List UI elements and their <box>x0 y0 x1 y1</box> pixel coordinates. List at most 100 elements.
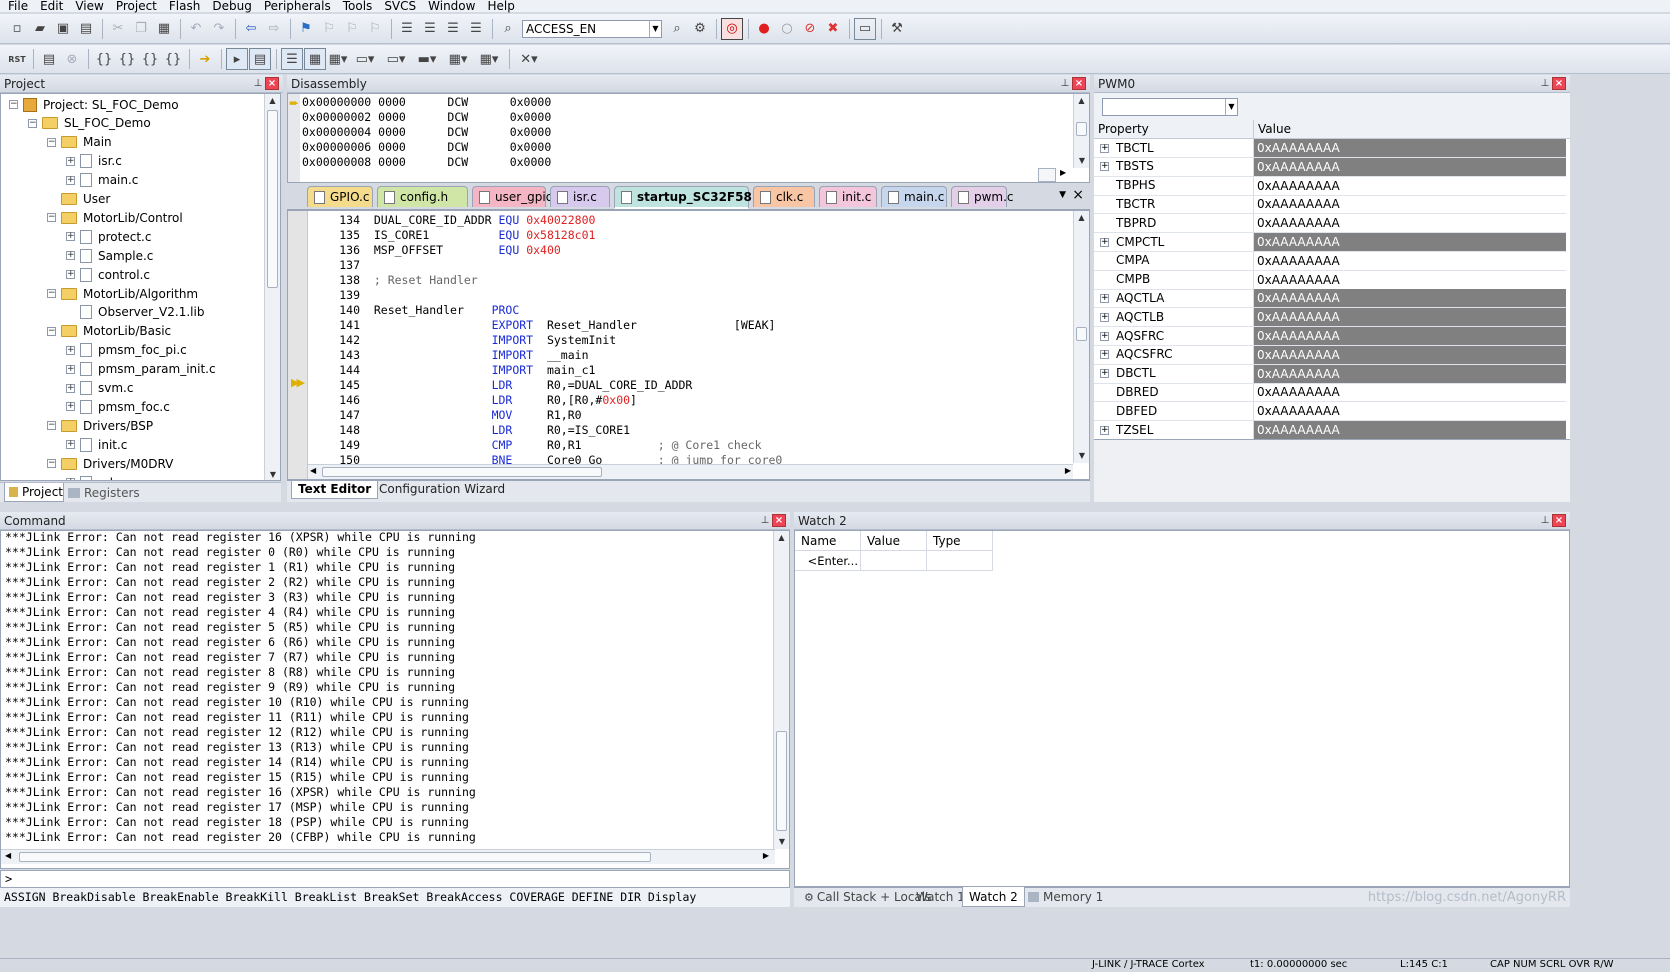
command-hscroll[interactable]: ◀ ▶ <box>1 849 775 864</box>
register-value[interactable]: 0xAAAAAAAA <box>1254 345 1566 364</box>
watch-col-type[interactable]: Type <box>927 531 993 550</box>
tree-item[interactable]: − MotorLib/Basic <box>47 322 171 341</box>
watch-enter-cell[interactable]: <Enter... <box>795 551 861 571</box>
bookmark-next-icon[interactable]: ⚐ <box>341 18 363 40</box>
expand-toggle-icon[interactable]: − <box>9 100 18 109</box>
step-out-icon[interactable]: {} <box>139 48 161 70</box>
editor-tab[interactable]: pwm.c <box>951 186 1014 207</box>
expand-toggle-icon[interactable]: + <box>66 175 75 185</box>
tree-item[interactable]: User <box>47 190 110 209</box>
tree-item[interactable]: + pmsm_foc.c <box>66 397 170 416</box>
scroll-left-icon[interactable]: ◀ <box>310 466 316 475</box>
disassembly-window-icon[interactable]: ▤ <box>249 48 271 70</box>
scroll-down-icon[interactable]: ▼ <box>1074 449 1089 463</box>
tab-watch-2[interactable]: Watch 2 <box>962 887 1025 907</box>
uncomment-icon[interactable]: ☰ <box>465 18 487 40</box>
scroll-up-icon[interactable]: ▲ <box>1074 211 1089 225</box>
close-icon[interactable]: × <box>265 77 279 90</box>
tree-item[interactable]: + Sample.c <box>66 246 153 265</box>
scroll-down-icon[interactable]: ▼ <box>1074 154 1089 168</box>
indent-icon[interactable]: ☰ <box>396 18 418 40</box>
command-input[interactable]: > <box>0 870 790 888</box>
bookmark-clear-icon[interactable]: ⚐ <box>364 18 386 40</box>
editor-vscroll[interactable]: ▲ ▼ <box>1073 211 1089 463</box>
tree-item[interactable]: − Main <box>47 133 112 152</box>
property-column-header[interactable]: Property <box>1094 120 1254 138</box>
hscroll-thumb[interactable] <box>19 852 651 862</box>
stop-icon[interactable]: ⊗ <box>61 48 83 70</box>
find-in-files-icon[interactable]: ⌕ <box>497 18 519 40</box>
watch-window-icon[interactable]: ▭▾ <box>350 48 380 70</box>
tree-item[interactable]: + control.c <box>66 265 150 284</box>
nav-back-icon[interactable]: ⇦ <box>240 18 262 40</box>
close-icon[interactable]: × <box>772 514 786 527</box>
command-window-icon[interactable]: ▸ <box>226 48 248 70</box>
tree-item[interactable]: − MotorLib/Algorithm <box>47 284 198 303</box>
trace-window-icon[interactable]: ▦▾ <box>474 48 504 70</box>
register-row[interactable]: CMPB 0xAAAAAAAA <box>1094 270 1566 290</box>
call-stack-window-icon[interactable]: ▦▾ <box>327 48 349 70</box>
register-row[interactable]: CMPA 0xAAAAAAAA <box>1094 251 1566 271</box>
register-value[interactable]: 0xAAAAAAAA <box>1254 308 1566 327</box>
expand-toggle-icon[interactable]: + <box>1100 425 1109 435</box>
breakpoint-kill-all-icon[interactable]: ✖ <box>822 18 844 40</box>
register-row[interactable]: + AQSFRC 0xAAAAAAAA <box>1094 326 1566 346</box>
run-icon[interactable]: ▤ <box>38 48 60 70</box>
expand-toggle-icon[interactable]: + <box>66 440 75 450</box>
expand-toggle-icon[interactable]: + <box>66 402 75 412</box>
scroll-left-icon[interactable]: ◀ <box>5 851 11 860</box>
tree-item[interactable]: + init.c <box>66 435 127 454</box>
step-into-icon[interactable]: {} <box>93 48 115 70</box>
register-value[interactable]: 0xAAAAAAAA <box>1254 383 1566 401</box>
register-row[interactable]: DBRED 0xAAAAAAAA <box>1094 382 1566 403</box>
pin-icon[interactable]: ⊥ <box>758 515 772 526</box>
tab-configuration-wizard[interactable]: Configuration Wizard <box>373 481 511 499</box>
close-tab-icon[interactable]: × <box>1072 187 1084 203</box>
tree-item[interactable]: − Drivers/BSP <box>47 416 153 435</box>
menu-window[interactable]: Window <box>422 0 481 12</box>
expand-toggle-icon[interactable]: + <box>66 232 75 242</box>
target-combo[interactable]: ACCESS_EN ▼ <box>522 19 662 38</box>
register-row[interactable]: TBCTR 0xAAAAAAAA <box>1094 194 1566 215</box>
copy-icon[interactable]: ❐ <box>130 18 152 40</box>
memory-window-icon[interactable]: ▭▾ <box>381 48 411 70</box>
scroll-thumb[interactable] <box>1076 327 1087 341</box>
configure-icon[interactable]: ⚒ <box>886 18 908 40</box>
editor-tab[interactable]: main.c <box>881 186 947 207</box>
tree-item[interactable]: + pmsm_foc_pi.c <box>66 341 187 360</box>
expand-toggle-icon[interactable]: + <box>1100 237 1109 247</box>
menu-help[interactable]: Help <box>481 0 520 12</box>
menu-project[interactable]: Project <box>110 0 163 12</box>
new-file-icon[interactable]: ▫ <box>6 18 28 40</box>
scroll-right-icon[interactable]: ▶ <box>1060 168 1066 177</box>
unindent-icon[interactable]: ☰ <box>419 18 441 40</box>
save-icon[interactable]: ▣ <box>52 18 74 40</box>
bookmark-prev-icon[interactable]: ⚐ <box>318 18 340 40</box>
expand-toggle-icon[interactable]: + <box>66 478 75 480</box>
code-editor[interactable]: ▶▶ 134 DUAL_CORE_ID_ADDR EQU 0x40022800 1… <box>287 210 1090 480</box>
watch-col-value[interactable]: Value <box>861 531 927 550</box>
expand-toggle-icon[interactable]: + <box>1100 350 1109 360</box>
expand-toggle-icon[interactable]: + <box>66 156 75 166</box>
tree-item[interactable]: − SL_FOC_Demo <box>28 114 151 133</box>
register-row[interactable]: TBPRD 0xAAAAAAAA <box>1094 213 1566 234</box>
breakpoint-disable-icon[interactable]: ○ <box>776 18 798 40</box>
menu-peripherals[interactable]: Peripherals <box>258 0 337 12</box>
editor-tab[interactable]: isr.c <box>550 186 610 207</box>
register-row[interactable]: + DBCTL 0xAAAAAAAA <box>1094 364 1566 384</box>
expand-toggle-icon[interactable]: + <box>1100 312 1109 322</box>
paste-icon[interactable]: ▦ <box>153 18 175 40</box>
incremental-find-icon[interactable]: ⚙ <box>689 18 711 40</box>
scroll-thumb[interactable] <box>776 731 787 831</box>
debug-session-icon[interactable]: ◎ <box>721 17 743 40</box>
pwm0-selector[interactable]: ▼ <box>1102 98 1238 116</box>
save-all-icon[interactable]: ▤ <box>75 18 97 40</box>
expand-toggle-icon[interactable]: + <box>1100 369 1109 379</box>
menu-flash[interactable]: Flash <box>163 0 206 12</box>
register-value[interactable]: 0xAAAAAAAA <box>1254 177 1566 195</box>
close-icon[interactable]: × <box>1072 77 1086 90</box>
hscroll-thumb[interactable] <box>322 467 602 477</box>
disassembly-hscroll-thumb[interactable] <box>1038 168 1056 182</box>
scroll-up-icon[interactable]: ▲ <box>1074 94 1089 108</box>
menu-tools[interactable]: Tools <box>337 0 379 12</box>
